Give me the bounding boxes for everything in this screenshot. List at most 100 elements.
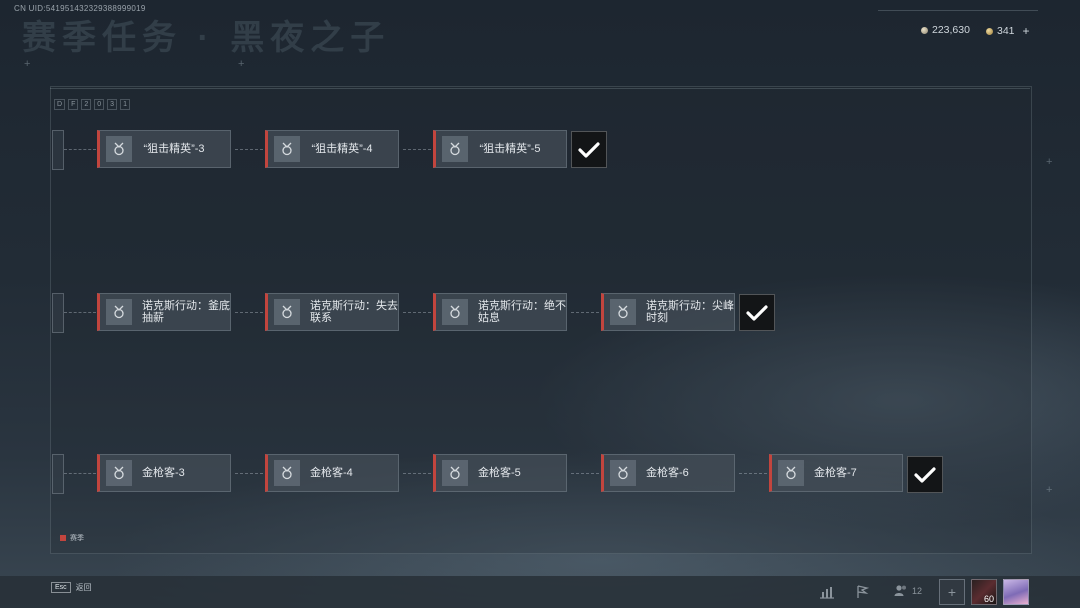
- code-char: 1: [120, 99, 130, 110]
- flag-icon: [857, 585, 870, 598]
- row-1-entry-tab: [52, 130, 64, 170]
- quest-node-label: 诺克斯行动：釜底抽薪: [142, 300, 230, 324]
- medal-icon-box: [274, 136, 300, 162]
- checkmark-icon: [746, 304, 768, 321]
- checkmark-icon: [578, 141, 600, 158]
- quest-node[interactable]: “狙击精英”-3: [97, 130, 231, 168]
- medal-icon-box: [106, 460, 132, 486]
- code-char: 0: [94, 99, 105, 110]
- row-3-entry-tab: [52, 454, 64, 494]
- flag-button[interactable]: [853, 584, 871, 600]
- connector: [571, 473, 599, 474]
- quest-node[interactable]: 金枪客-3: [97, 454, 231, 492]
- legend-label: 赛季: [70, 535, 84, 542]
- medal-icon-box: [442, 136, 468, 162]
- medal-icon-box: [106, 136, 132, 162]
- player-level: 60: [983, 594, 994, 604]
- connector: [235, 312, 263, 313]
- medal-icon-box: [106, 299, 132, 325]
- back-button[interactable]: Esc 返回: [51, 582, 92, 593]
- quest-node[interactable]: 金枪客-5: [433, 454, 567, 492]
- code-char: 2: [81, 99, 92, 110]
- quest-node[interactable]: “狙击精英”-4: [265, 130, 399, 168]
- quest-node[interactable]: 诺克斯行动：釜底抽薪: [97, 293, 231, 331]
- quest-node[interactable]: “狙击精英”-5: [433, 130, 567, 168]
- quest-node[interactable]: 诺克斯行动：尖峰时刻: [601, 293, 735, 331]
- completed-check: [739, 294, 775, 331]
- quest-node[interactable]: 诺克斯行动：绝不姑息: [433, 293, 567, 331]
- quest-node-label: 金枪客-7: [814, 467, 857, 479]
- code-char: F: [68, 99, 79, 110]
- code-panel: D F 2 0 3 1: [54, 99, 130, 110]
- coin-icon: [921, 26, 928, 34]
- medal-icon: [618, 305, 628, 319]
- quest-node[interactable]: 金枪客-6: [601, 454, 735, 492]
- crosshair-icon: +: [1046, 484, 1053, 496]
- medal-icon-box: [442, 299, 468, 325]
- completed-check: [571, 131, 607, 168]
- code-char: D: [54, 99, 66, 110]
- quest-node-label: 诺克斯行动：尖峰时刻: [646, 300, 734, 324]
- medal-icon: [282, 466, 292, 480]
- player-avatar[interactable]: 60: [971, 579, 997, 605]
- completed-check: [907, 456, 943, 493]
- medal-icon: [282, 305, 292, 319]
- add-currency-button[interactable]: +: [1023, 24, 1030, 38]
- connector: [235, 473, 263, 474]
- medal-icon-box: [274, 299, 300, 325]
- quest-node[interactable]: 金枪客-7: [769, 454, 903, 492]
- medal-icon: [114, 142, 124, 156]
- connector: [235, 149, 263, 150]
- friends-icon: [894, 585, 906, 596]
- header-divider: [878, 10, 1038, 11]
- medal-icon: [786, 466, 796, 480]
- quest-node-label: 金枪客-6: [646, 467, 689, 479]
- quest-node-label: “狙击精英”-5: [479, 143, 541, 155]
- quest-node[interactable]: 金枪客-4: [265, 454, 399, 492]
- medal-icon-box: [778, 460, 804, 486]
- currency-primary-value: 223,630: [932, 24, 970, 36]
- friends-button[interactable]: 12: [894, 584, 922, 597]
- legend: 赛季: [60, 533, 84, 543]
- quest-node-label: 金枪客-3: [142, 467, 185, 479]
- quest-node-label: 诺克斯行动：绝不姑息: [478, 300, 566, 324]
- connector: [571, 312, 599, 313]
- row-2-entry-tab: [52, 293, 64, 333]
- connector: [64, 312, 96, 313]
- bar-chart-icon: [820, 587, 834, 599]
- teammate-avatar[interactable]: [1003, 579, 1029, 605]
- medal-icon: [618, 466, 628, 480]
- currency-secondary[interactable]: 341 +: [986, 24, 1030, 38]
- connector: [403, 312, 431, 313]
- friends-count: 12: [912, 585, 923, 596]
- medal-icon-box: [442, 460, 468, 486]
- quest-node-label: 金枪客-4: [310, 467, 353, 479]
- quest-node[interactable]: 诺克斯行动：失去联系: [265, 293, 399, 331]
- esc-key: Esc: [51, 582, 71, 593]
- crosshair-icon: +: [1046, 156, 1053, 168]
- connector: [64, 149, 96, 150]
- medal-icon: [114, 466, 124, 480]
- medal-icon: [450, 305, 460, 319]
- quest-node-label: “狙击精英”-4: [311, 143, 373, 155]
- medal-icon-box: [274, 460, 300, 486]
- medal-icon: [114, 305, 124, 319]
- checkmark-icon: [914, 466, 936, 483]
- team-slot-empty[interactable]: +: [939, 579, 965, 605]
- medal-icon: [450, 142, 460, 156]
- quest-node-label: 金枪客-5: [478, 467, 521, 479]
- gold-coin-icon: [986, 27, 993, 35]
- back-label: 返回: [75, 583, 92, 592]
- crosshair-icon: +: [24, 58, 31, 70]
- code-char: 3: [107, 99, 118, 110]
- connector: [403, 149, 431, 150]
- medal-icon-box: [610, 460, 636, 486]
- medal-icon: [450, 466, 460, 480]
- page-title: 赛季任务 · 黑夜之子: [22, 19, 391, 57]
- stats-button[interactable]: [818, 584, 836, 600]
- crosshair-icon: +: [238, 58, 245, 70]
- quest-node-label: “狙击精英”-3: [143, 143, 205, 155]
- connector: [64, 473, 96, 474]
- legend-swatch: [60, 535, 66, 541]
- quest-node-label: 诺克斯行动：失去联系: [310, 300, 398, 324]
